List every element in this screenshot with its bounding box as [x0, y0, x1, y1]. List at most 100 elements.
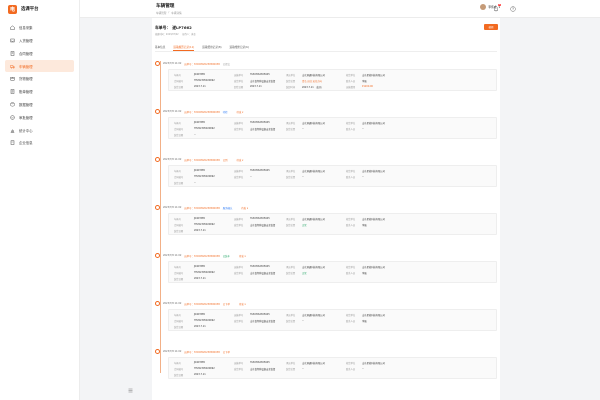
event-status: 已下单 [222, 302, 230, 306]
field-label: 承运单位 [286, 361, 296, 365]
field-label [286, 277, 302, 281]
field-label: 承运单位 [286, 169, 296, 173]
field-label: 收货单位 [346, 313, 356, 317]
waybill-link[interactable]: 运单号：SYC00520230500038 [184, 206, 219, 210]
tab-transport-fees[interactable]: 运输费用记录(8) [202, 44, 221, 51]
status-dropdown[interactable]: 待发 ▾ [239, 254, 246, 258]
collapse-sidebar-icon[interactable] [128, 388, 133, 394]
field-value: 山东港通科技有限公司 [302, 169, 325, 173]
sidebar-item[interactable]: 数据管理 [5, 99, 74, 111]
field-label: 车辆号 [174, 169, 181, 173]
sidebar-item[interactable]: 企业信息 [5, 137, 74, 149]
building-icon [10, 140, 15, 146]
field-value: 山东省特种设备安全监督 [250, 319, 276, 323]
field-value: -- [194, 180, 196, 184]
sidebar-item[interactable]: 信息采集 [5, 22, 74, 34]
sidebar-item[interactable]: 货物管理 [5, 73, 74, 85]
field-value: 山东省特种设备安全监督 [250, 127, 276, 131]
field-label: 装货日期 [174, 325, 184, 329]
event-status: 服务确认 [222, 206, 233, 210]
sidebar-nav: 信息采集 入货管理 合同管理 车辆管理 货物管理 账单管理 数据管理 审批管理统计中心企业信息 [0, 22, 79, 149]
waybill-link[interactable]: 运单号：SYC00520230500038 [184, 62, 219, 66]
field-value [302, 133, 346, 137]
breadcrumb-item: 车辆详情 [171, 11, 182, 15]
field-label: 装卸时间 [286, 85, 296, 89]
field-value [302, 325, 346, 329]
help-icon[interactable] [509, 5, 516, 12]
field-label: 合同编号 [174, 223, 184, 227]
field-value: -- [302, 318, 304, 322]
edit-button[interactable]: 编辑 [484, 24, 498, 30]
field-label: 承运单位 [286, 121, 296, 125]
field-label [346, 373, 362, 377]
sidebar-item-label: 统计中心 [19, 128, 33, 133]
status-dropdown[interactable]: 待发 ▾ [241, 206, 248, 210]
field-label: 收货单位 [346, 217, 356, 221]
status-dropdown[interactable]: 待发 ▾ [237, 158, 244, 162]
field-value [362, 325, 412, 329]
field-label [234, 325, 250, 329]
field-label: 收货单位 [346, 73, 356, 77]
field-label: 联系人员 [346, 127, 356, 131]
field-label: 运输单号 [234, 313, 244, 317]
data-icon [10, 102, 15, 107]
field-label [346, 325, 362, 329]
event-header: 2023/7/8 11:02 运单号：SYC00520230500038 待检 待发 … [155, 109, 497, 114]
field-value: 李强 [362, 271, 367, 275]
field-value: HT202305020092 [194, 366, 215, 370]
tab-maintenance[interactable]: 运输维修记录(6) [230, 44, 249, 51]
field-value: -- [250, 174, 252, 178]
field-label: 发货单位 [234, 319, 244, 323]
field-value [362, 229, 412, 233]
user-menu[interactable]: 李伟成 ▾ [480, 4, 500, 10]
breadcrumb-item[interactable]: 车辆管理 [156, 11, 166, 15]
field-value: HUU0562305645 [250, 168, 270, 172]
event-card: 车辆号 JK403585 运输单号 HUU0562305645 承运单位 山东港通科技有限… [168, 69, 497, 91]
tab-basic-info[interactable]: 基本信息 [155, 44, 165, 51]
field-label: 运输单号 [234, 121, 244, 125]
field-value: 2023.7.11 [194, 228, 206, 232]
field-label: 装货位置 [286, 319, 296, 323]
sidebar-item[interactable]: 审批管理 [5, 111, 74, 123]
field-label: 装货位置 [286, 223, 296, 227]
timeline-event: 2023/7/8 11:02 运单号：SYC00520230500038 已提交 车辆… [155, 61, 497, 91]
approval-icon [10, 115, 15, 120]
tab-transport-history[interactable]: 运输履历记录(11) [173, 44, 195, 51]
waybill-link[interactable]: 运单号：SYC00520230500038 [184, 302, 219, 306]
waybill-link[interactable]: 运单号：SYC00520230500038 [184, 254, 219, 258]
field-label [286, 181, 302, 185]
field-label [286, 373, 302, 377]
status-dropdown[interactable]: 待发 ▾ [239, 302, 246, 306]
contract-icon [10, 51, 15, 56]
field-value: HT202305020092 [194, 318, 215, 322]
timeline-dot [155, 205, 160, 210]
sidebar-item[interactable]: 入货管理 [5, 35, 74, 47]
field-value: JK403585 [194, 312, 205, 316]
field-value: HT202305020092 [194, 270, 215, 274]
app-logo[interactable]: 电 选课平台 [0, 0, 79, 18]
field-label: 运输单号 [234, 73, 244, 77]
field-label: 装货日期 [174, 373, 184, 377]
waybill-link[interactable]: 运单号：SYC00520230500038 [184, 110, 219, 114]
sidebar-item[interactable]: 车辆管理 [5, 60, 74, 72]
logo-mark-icon: 电 [8, 4, 17, 14]
field-label: 装货日期 [174, 229, 184, 233]
field-value: 山东星创科技有限公司 [362, 265, 385, 269]
field-value: 2023.7.11 [194, 324, 206, 328]
waybill-link[interactable]: 运单号：SYC00520230500038 [184, 350, 219, 354]
waybill-link[interactable]: 运单号：SYC00520230500038 [184, 158, 219, 162]
field-label: 发货单位 [234, 223, 244, 227]
field-label: 合同编号 [174, 367, 184, 371]
created-time: 创建时间：2023/07/02 [155, 33, 179, 36]
field-label: 车辆号 [174, 265, 181, 269]
breadcrumb-separator: / [168, 10, 170, 14]
status-dropdown[interactable]: 待发 ▾ [237, 110, 244, 114]
sidebar-item[interactable]: 合同管理 [5, 48, 74, 60]
sidebar-item[interactable]: 账单管理 [5, 86, 74, 98]
field-value: 山东港通科技有限公司 [302, 361, 325, 365]
timeline-event: 2023/7/8 11:02 运单号：SYC00520230500038 服务确认 待… [155, 205, 497, 235]
field-label: 装货位置 [286, 271, 296, 275]
event-status: 已下单 [222, 350, 230, 354]
sidebar-item[interactable]: 统计中心 [5, 124, 74, 136]
field-label: 装货位置 [286, 175, 296, 179]
